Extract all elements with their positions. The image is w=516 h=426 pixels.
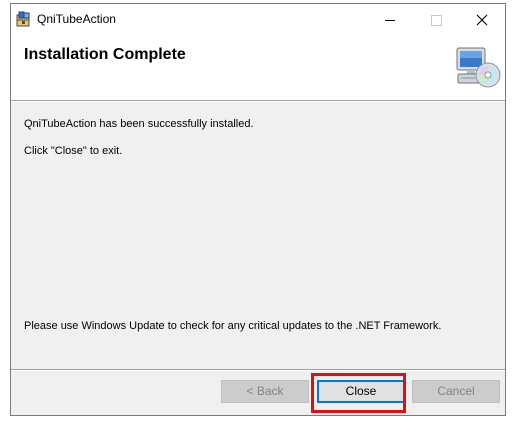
minimize-icon — [385, 20, 395, 21]
window-title: QniTubeAction — [37, 12, 116, 26]
installer-window: QniTubeAction Installation Complete QniT… — [10, 3, 506, 416]
header-banner: Installation Complete — [11, 35, 505, 100]
page-title: Installation Complete — [24, 46, 186, 63]
minimize-button[interactable] — [367, 4, 413, 35]
maximize-icon — [431, 15, 442, 26]
title-bar[interactable]: QniTubeAction — [11, 4, 505, 35]
computer-cd-icon — [455, 45, 501, 91]
success-message: QniTubeAction has been successfully inst… — [24, 118, 254, 130]
windows-update-note: Please use Windows Update to check for a… — [24, 320, 442, 332]
maximize-button[interactable] — [413, 4, 459, 35]
exit-instruction: Click "Close" to exit. — [24, 145, 123, 157]
footer-divider — [11, 369, 505, 371]
installer-app-icon — [15, 11, 32, 28]
close-button[interactable]: Close — [317, 380, 405, 403]
cancel-button[interactable]: Cancel — [412, 380, 500, 403]
header-divider — [11, 100, 505, 102]
close-window-button[interactable] — [459, 4, 505, 35]
close-icon — [476, 14, 488, 26]
back-button[interactable]: < Back — [221, 380, 309, 403]
